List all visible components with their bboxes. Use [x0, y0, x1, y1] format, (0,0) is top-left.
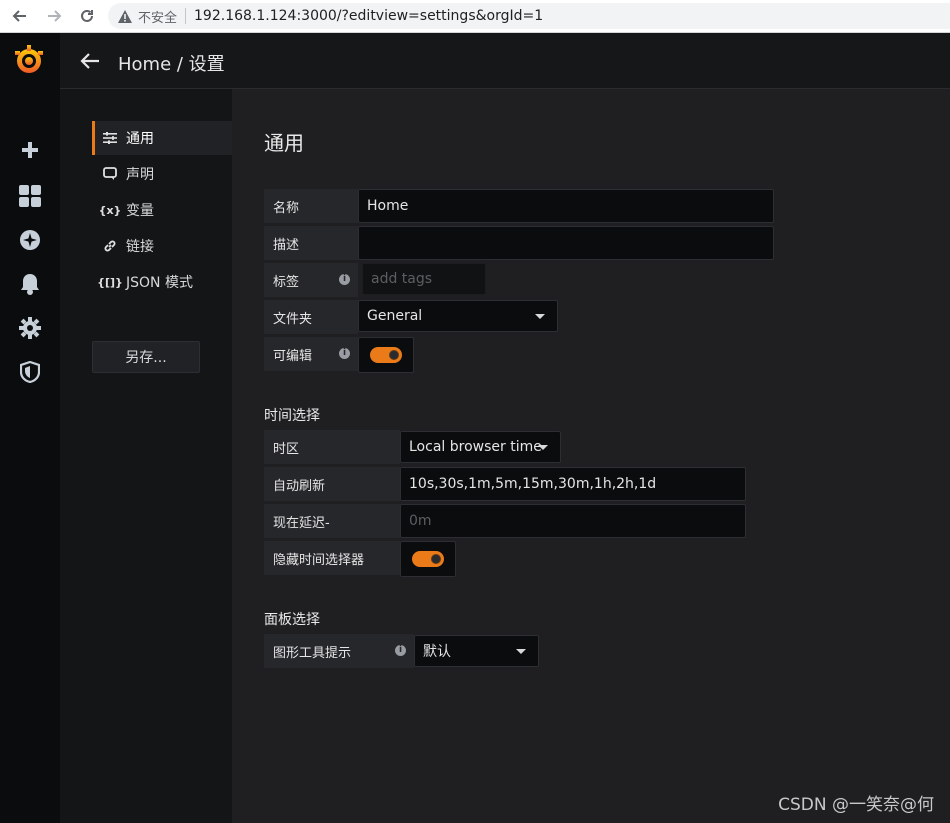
- caret-down-icon: [516, 649, 526, 654]
- info-icon[interactable]: i: [395, 645, 406, 656]
- sliders-icon: [102, 132, 118, 144]
- folder-select-value: General: [367, 308, 423, 324]
- name-input[interactable]: Home: [358, 189, 774, 223]
- settings-content: 通用 名称 Home 描述 标签 i add tags 文件夹 General 可…: [232, 89, 950, 823]
- server-admin-shield-icon[interactable]: [18, 360, 42, 384]
- folder-select[interactable]: General: [358, 300, 558, 332]
- auto-refresh-input[interactable]: 10s,30s,1m,5m,15m,30m,1h,2h,1d: [400, 467, 746, 501]
- name-label: 名称: [264, 189, 358, 223]
- caret-down-icon: [538, 445, 548, 450]
- breadcrumb: Home / 设置: [118, 54, 225, 75]
- url-text: 192.168.1.124:3000/?editview=settings&or…: [194, 8, 544, 24]
- tags-input[interactable]: add tags: [362, 263, 486, 295]
- settings-nav-json-model[interactable]: {[]} JSON 模式: [92, 265, 232, 299]
- back-arrow-icon[interactable]: [78, 49, 102, 73]
- description-label: 描述: [264, 226, 358, 260]
- auto-refresh-label: 自动刷新: [264, 467, 400, 501]
- dashboards-icon[interactable]: [18, 184, 42, 208]
- browser-toolbar: 不安全 192.168.1.124:3000/?editview=setting…: [0, 0, 950, 33]
- timezone-select-value: Local browser time: [409, 439, 542, 455]
- side-menu: [0, 33, 60, 823]
- settings-nav-label: 声明: [126, 167, 154, 183]
- save-as-button[interactable]: 另存...: [92, 341, 200, 373]
- comment-icon: [102, 167, 118, 181]
- toggle-knob: [431, 554, 441, 564]
- folder-label: 文件夹: [264, 300, 358, 334]
- toggle-switch: [370, 347, 402, 363]
- now-delay-input[interactable]: 0m: [400, 504, 746, 538]
- tags-label: 标签 i: [264, 263, 358, 297]
- time-options-title: 时间选择: [264, 408, 320, 424]
- timezone-label: 时区: [264, 430, 400, 464]
- graph-tooltip-select[interactable]: 默认: [414, 635, 539, 667]
- forward-icon[interactable]: [42, 4, 66, 28]
- settings-nav-label: JSON 模式: [126, 275, 193, 291]
- hide-time-picker-label: 隐藏时间选择器: [264, 541, 400, 575]
- warning-icon: [118, 9, 132, 23]
- settings-nav-annotations[interactable]: 声明: [92, 157, 232, 191]
- timezone-select[interactable]: Local browser time: [400, 431, 561, 463]
- settings-nav-links[interactable]: 链接: [92, 229, 232, 263]
- alerting-bell-icon[interactable]: [18, 272, 42, 296]
- page-header: Home / 设置: [60, 33, 950, 89]
- settings-nav-label: 变量: [126, 203, 154, 219]
- variable-icon: {x}: [98, 203, 122, 217]
- settings-nav-label: 链接: [126, 239, 154, 255]
- description-input[interactable]: [358, 226, 774, 260]
- settings-nav-variables[interactable]: {x} 变量: [92, 193, 232, 227]
- toggle-switch: [412, 551, 444, 567]
- editable-label: 可编辑 i: [264, 337, 358, 371]
- divider: [185, 8, 187, 24]
- back-icon[interactable]: [8, 4, 32, 28]
- configuration-gear-icon[interactable]: [18, 316, 42, 340]
- json-icon: {[]}: [97, 275, 123, 289]
- explore-compass-icon[interactable]: [18, 228, 42, 252]
- address-bar[interactable]: 不安全 192.168.1.124:3000/?editview=setting…: [108, 3, 950, 29]
- graph-tooltip-value: 默认: [423, 644, 451, 660]
- watermark: CSDN @一笑奈@何: [778, 795, 934, 815]
- grafana-logo-icon[interactable]: [12, 43, 46, 77]
- panel-options-title: 面板选择: [264, 612, 320, 628]
- general-title: 通用: [264, 131, 304, 155]
- now-delay-label: 现在延迟-: [264, 504, 400, 538]
- plus-icon[interactable]: [18, 138, 42, 162]
- link-icon: [102, 239, 118, 253]
- reload-icon[interactable]: [75, 4, 99, 28]
- info-icon[interactable]: i: [339, 348, 350, 359]
- settings-nav: 通用 声明 {x} 变量 链接 {[]} JSON 模式 另存...: [60, 89, 232, 823]
- settings-nav-general[interactable]: 通用: [92, 121, 232, 155]
- editable-toggle[interactable]: [358, 337, 414, 373]
- insecure-label: 不安全: [138, 10, 178, 26]
- hide-time-picker-toggle[interactable]: [400, 541, 456, 577]
- settings-nav-label: 通用: [126, 131, 154, 147]
- info-icon[interactable]: i: [339, 274, 350, 285]
- toggle-knob: [389, 350, 399, 360]
- caret-down-icon: [535, 314, 545, 319]
- graph-tooltip-label: 图形工具提示 i: [264, 634, 414, 668]
